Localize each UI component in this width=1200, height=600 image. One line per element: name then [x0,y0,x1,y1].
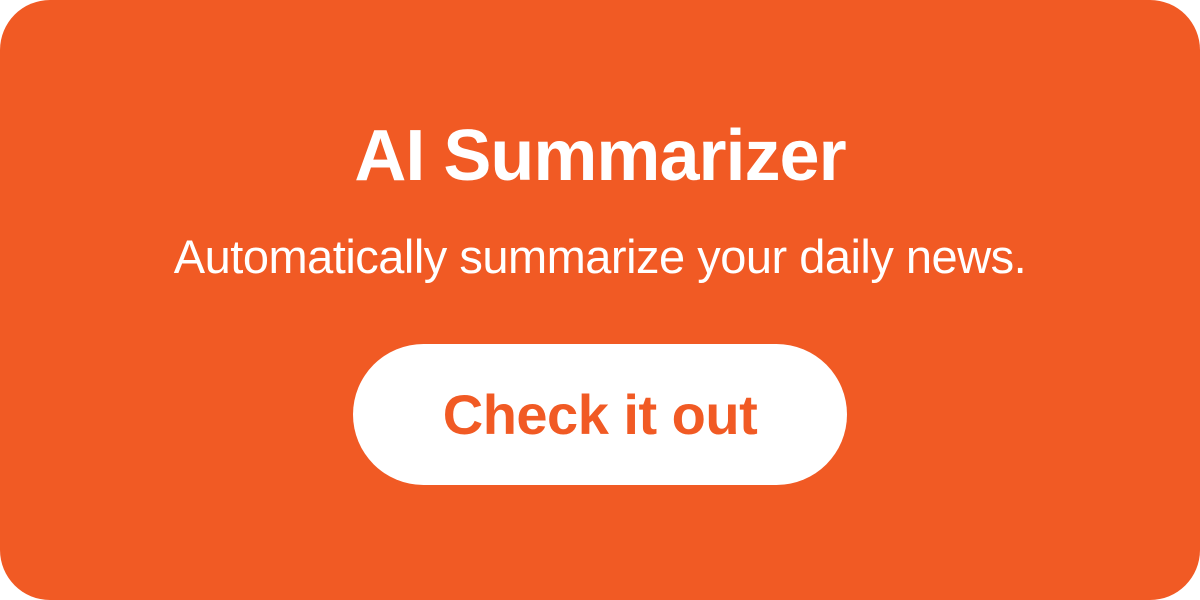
promo-subtitle: Automatically summarize your daily news. [174,229,1026,284]
promo-title: AI Summarizer [354,115,845,197]
promo-card: AI Summarizer Automatically summarize yo… [0,0,1200,600]
check-it-out-button[interactable]: Check it out [353,344,847,485]
